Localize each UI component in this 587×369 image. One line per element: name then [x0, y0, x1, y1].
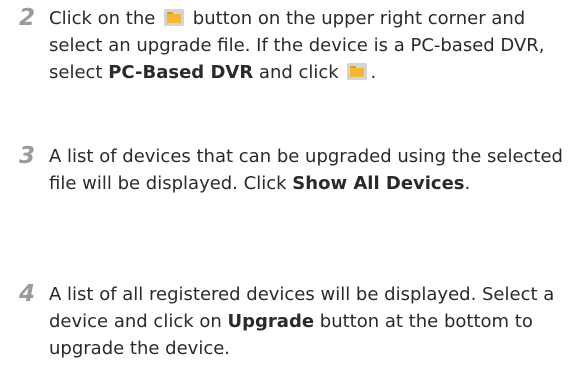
step-number: 3 — [19, 143, 36, 169]
folder-icon — [164, 9, 185, 26]
step-text-part: and click — [258, 62, 339, 83]
step-number: 2 — [19, 5, 36, 31]
step-text-part: . — [464, 173, 471, 194]
step-text-part: . — [370, 62, 377, 83]
step-text: A list of all registered devices will be… — [49, 281, 577, 362]
step-bold-term: Show All Devices — [292, 173, 465, 194]
step-bold-term: PC-Based DVR — [108, 62, 254, 83]
step-bold-term: Upgrade — [227, 311, 315, 332]
instruction-page: 2 Click on the button on the upper right… — [0, 0, 587, 369]
folder-icon — [347, 63, 368, 80]
step-text: Click on the button on the upper right c… — [49, 5, 577, 86]
step-text-part: Click on the — [49, 8, 156, 29]
step-number: 4 — [19, 281, 36, 307]
step-text: A list of devices that can be upgraded u… — [49, 143, 577, 197]
